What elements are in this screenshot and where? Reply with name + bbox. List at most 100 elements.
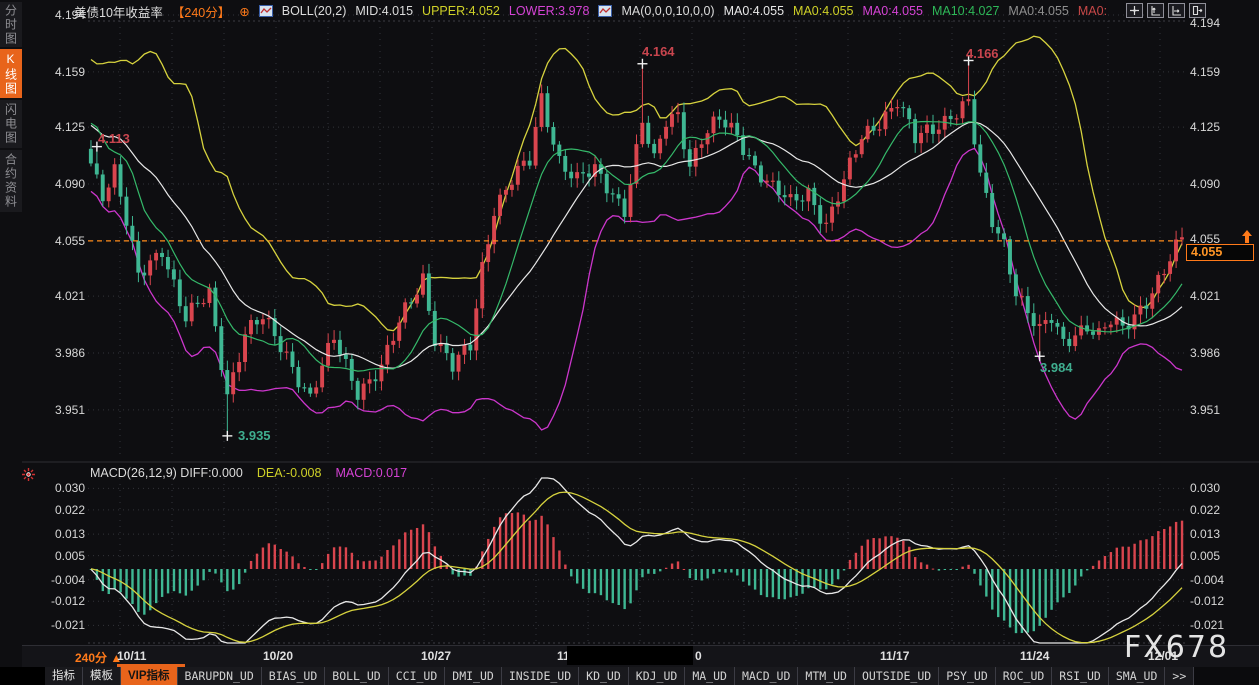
price-arrow-icon (1241, 230, 1253, 249)
macd-y-label: 0.013 (36, 527, 85, 541)
ma-value: MA0: (1078, 4, 1107, 18)
y-axis-label: 4.125 (1190, 120, 1250, 134)
x-axis-date: 10/20 (263, 649, 293, 663)
y-axis-label: 4.021 (36, 289, 85, 303)
x-axis-date: 0 (695, 649, 702, 663)
y-axis-label: 4.055 (36, 234, 85, 248)
y-axis-label: 4.090 (36, 177, 85, 191)
fit-horizontal-icon[interactable] (1168, 3, 1185, 18)
tab-barupdn-ud[interactable]: BARUPDN_UD (178, 667, 262, 685)
macd-y-label: -0.012 (1190, 594, 1250, 608)
boll-label: BOLL(20,2) (282, 4, 347, 18)
crosshair-icon[interactable] (1126, 3, 1143, 18)
tab-inside-ud[interactable]: INSIDE_UD (502, 667, 579, 685)
x-axis-date: 10/11 (117, 649, 146, 663)
tab-ma-ud[interactable]: MA_UD (685, 667, 735, 685)
x-axis-date: 11/17 (880, 649, 909, 663)
tab-dmi-ud[interactable]: DMI_UD (445, 667, 502, 685)
macd-value: MACD:0.017 (335, 466, 407, 480)
tab-mtm-ud[interactable]: MTM_UD (798, 667, 855, 685)
tab-psy-ud[interactable]: PSY_UD (939, 667, 996, 685)
pop-out-icon[interactable] (1189, 3, 1206, 18)
tab-bias-ud[interactable]: BIAS_UD (262, 667, 325, 685)
boll-mid-value: MID:4.015 (355, 4, 413, 18)
period-label[interactable]: 【240分】 (172, 2, 230, 21)
redaction-box (567, 646, 693, 665)
tab-rsi-ud[interactable]: RSI_UD (1052, 667, 1109, 685)
tab-outside-ud[interactable]: OUTSIDE_UD (855, 667, 939, 685)
macd-y-label: -0.021 (36, 618, 85, 632)
tab-cci-ud[interactable]: CCI_UD (389, 667, 446, 685)
tab-boll-ud[interactable]: BOLL_UD (325, 667, 388, 685)
chart-annotation: 4.166 (966, 46, 999, 61)
macd-y-label: 0.030 (1190, 481, 1250, 495)
y-axis-label: 4.194 (1190, 16, 1250, 30)
macd-y-label: -0.012 (36, 594, 85, 608)
fit-vertical-icon[interactable] (1147, 3, 1164, 18)
toolbar-spacer (0, 667, 45, 685)
tab-kd-ud[interactable]: KD_UD (579, 667, 629, 685)
ma-value: MA0:4.055 (724, 4, 784, 18)
macd-dea-value: DEA:-0.008 (257, 466, 322, 480)
tab-kdj-ud[interactable]: KDJ_UD (629, 667, 686, 685)
macd-y-label: -0.004 (36, 573, 85, 587)
watermark: FX678 (1124, 630, 1229, 665)
x-axis-date: 11/24 (1020, 649, 1049, 663)
y-axis-label: 4.021 (1190, 289, 1250, 303)
sidebar-item-label: 分时图 (3, 4, 20, 46)
macd-header: MACD(26,12,9) DIFF:0.000 DEA:-0.008 MACD… (90, 466, 407, 480)
sidebar-item-label: K线图 (3, 52, 20, 96)
macd-y-label: -0.004 (1190, 573, 1250, 587)
chart-header: 美债10年收益率 【240分】 ⊕ BOLL(20,2) MID:4.015 U… (74, 3, 1107, 19)
tab-template[interactable]: 模板 (83, 667, 121, 685)
chart-toolbar-icons (1126, 3, 1206, 18)
page-title: 美债10年收益率 (74, 2, 163, 21)
boll-chart-icon (259, 5, 273, 17)
sidebar-item-label: 合约资料 (3, 153, 20, 209)
tab-indicator[interactable]: 指标 (45, 667, 83, 685)
burst-icon[interactable] (22, 468, 35, 486)
ma-value: MA0:4.055 (1008, 4, 1068, 18)
sidebar-item-kline-chart[interactable]: K线图 (0, 49, 22, 98)
ma-value: MA0:4.055 (793, 4, 853, 18)
y-axis-label: 3.986 (1190, 346, 1250, 360)
chart-annotation: 3.935 (238, 428, 271, 443)
y-axis-label: 3.951 (1190, 403, 1250, 417)
sidebar-item-timeline-chart[interactable]: 分时图 (0, 2, 22, 47)
y-axis-label: 4.125 (36, 120, 85, 134)
macd-y-label: 0.005 (36, 549, 85, 563)
ma-label: MA(0,0,0,10,0,0) (621, 4, 714, 18)
tab-sma-ud[interactable]: SMA_UD (1109, 667, 1166, 685)
y-axis-label: 4.159 (1190, 65, 1250, 79)
tab-vip-indicator[interactable]: VIP指标 (121, 667, 178, 685)
y-axis-label: 3.986 (36, 346, 85, 360)
macd-y-label: 0.022 (1190, 503, 1250, 517)
x-axis-date: 10/27 (421, 649, 451, 663)
ma-value: MA10:4.027 (932, 4, 999, 18)
macd-diff-value: MACD(26,12,9) DIFF:0.000 (90, 466, 243, 480)
chart-annotation: 3.984 (1040, 360, 1073, 375)
add-indicator-icon[interactable]: ⊕ (239, 4, 249, 19)
y-axis-label: 4.090 (1190, 177, 1250, 191)
period-selector[interactable]: 240分 ▲ (75, 649, 122, 666)
sidebar-item-label: 闪电图 (3, 103, 20, 145)
macd-y-label: 0.030 (36, 481, 85, 495)
tab-macd-ud[interactable]: MACD_UD (735, 667, 798, 685)
macd-y-label: 0.005 (1190, 549, 1250, 563)
macd-y-label: 0.013 (1190, 527, 1250, 541)
ma-value: MA0:4.055 (863, 4, 923, 18)
boll-lower-value: LOWER:3.978 (509, 4, 590, 18)
indicator-toolbar: 指标 模板 VIP指标 BARUPDN_UD BIAS_UD BOLL_UD C… (0, 667, 1259, 685)
trading-app-window: 分时图 K线图 闪电图 合约资料 美债10年收益率 【240分】 ⊕ BOLL(… (0, 0, 1259, 685)
y-axis-label: 4.159 (36, 65, 85, 79)
sidebar-item-lightning-chart[interactable]: 闪电图 (0, 100, 22, 148)
boll-upper-value: UPPER:4.052 (422, 4, 500, 18)
y-axis-label: 3.951 (36, 403, 85, 417)
tab-roc-ud[interactable]: ROC_UD (996, 667, 1053, 685)
chart-annotation: 4.113 (98, 131, 130, 146)
chart-annotation: 4.164 (642, 44, 675, 59)
tab-more[interactable]: >> (1165, 667, 1194, 685)
macd-y-label: 0.022 (36, 503, 85, 517)
chart-canvas[interactable] (0, 0, 1259, 685)
sidebar-item-contract-info[interactable]: 合约资料 (0, 150, 22, 212)
